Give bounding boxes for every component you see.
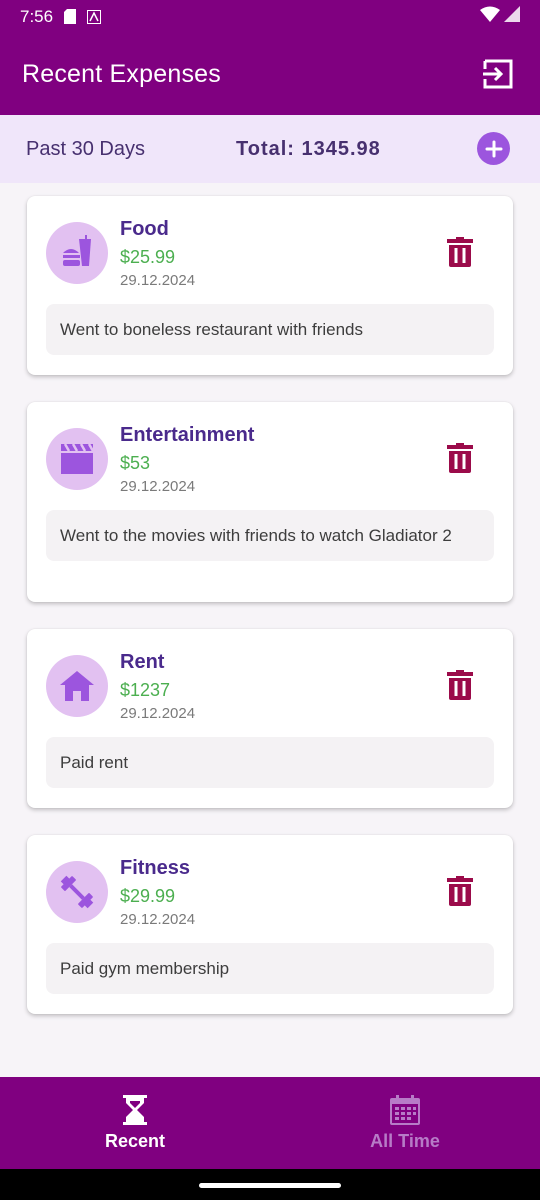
add-expense-button[interactable]: [477, 132, 510, 165]
category-icon-circle: [46, 861, 108, 923]
nav-item-all-time[interactable]: All Time: [270, 1077, 540, 1169]
dumbbell-icon: [60, 875, 94, 909]
expense-note: Went to the movies with friends to watch…: [46, 510, 494, 561]
total-amount: Total: 1345.98: [236, 137, 381, 160]
trash-icon: [447, 237, 473, 267]
page-title: Recent Expenses: [22, 59, 221, 88]
delete-button[interactable]: [443, 234, 477, 270]
expense-amount: $1237: [120, 680, 171, 700]
logout-icon: [483, 59, 513, 89]
app-bar: Recent Expenses: [0, 33, 540, 115]
expense-note: Went to boneless restaurant with friends: [46, 304, 494, 355]
expense-amount: $29.99: [120, 886, 176, 906]
status-time: 7:56: [20, 6, 54, 26]
category-name: Fitness: [120, 857, 191, 879]
expense-date: 29.12.2024: [120, 705, 196, 722]
expense-date: 29.12.2024: [120, 272, 196, 289]
delete-button[interactable]: [443, 873, 477, 909]
notification-icon: [87, 9, 102, 25]
expense-card[interactable]: Food $25.99 29.12.2024 Went to boneless …: [27, 196, 513, 375]
expense-date: 29.12.2024: [120, 911, 196, 928]
period-label: Past 30 Days: [26, 137, 145, 160]
category-name: Entertainment: [120, 424, 255, 446]
system-nav-bar: [0, 1169, 540, 1200]
calendar-icon: [390, 1094, 420, 1125]
category-icon-circle: [46, 222, 108, 284]
expense-card[interactable]: Rent $1237 29.12.2024 Paid rent: [27, 629, 513, 808]
fastfood-icon: [63, 235, 91, 266]
expense-amount: $25.99: [120, 247, 176, 267]
nav-label-all-time: All Time: [370, 1130, 440, 1151]
trash-icon: [447, 670, 473, 700]
wifi-icon: [480, 6, 500, 27]
sim-card-icon: [63, 9, 77, 25]
signal-icon: [504, 6, 520, 27]
home-gesture-handle[interactable]: [199, 1183, 341, 1188]
expense-card[interactable]: Fitness $29.99 29.12.2024 Paid gym membe…: [27, 835, 513, 1014]
category-icon-circle: [46, 428, 108, 490]
nav-label-recent: Recent: [104, 1130, 166, 1151]
trash-icon: [447, 876, 473, 906]
plus-icon: [485, 140, 502, 157]
hourglass-icon: [123, 1094, 147, 1125]
category-name: Food: [120, 218, 169, 240]
trash-icon: [447, 443, 473, 473]
expense-note: Paid gym membership: [46, 943, 494, 994]
expense-amount: $53: [120, 453, 151, 473]
movie-icon: [61, 444, 95, 474]
delete-button[interactable]: [443, 667, 477, 703]
summary-bar: Past 30 Days Total: 1345.98: [0, 115, 540, 183]
expense-date: 29.12.2024: [120, 478, 196, 495]
status-bar: 7:56: [0, 0, 540, 33]
bottom-nav: Recent All Time: [0, 1077, 540, 1169]
expense-note: Paid rent: [46, 737, 494, 788]
nav-item-recent[interactable]: Recent: [0, 1077, 270, 1169]
logout-button[interactable]: [478, 54, 518, 94]
expense-card[interactable]: Entertainment $53 29.12.2024 Went to the…: [27, 402, 513, 602]
category-icon-circle: [46, 655, 108, 717]
category-name: Rent: [120, 651, 165, 673]
delete-button[interactable]: [443, 440, 477, 476]
home-icon: [60, 671, 94, 701]
